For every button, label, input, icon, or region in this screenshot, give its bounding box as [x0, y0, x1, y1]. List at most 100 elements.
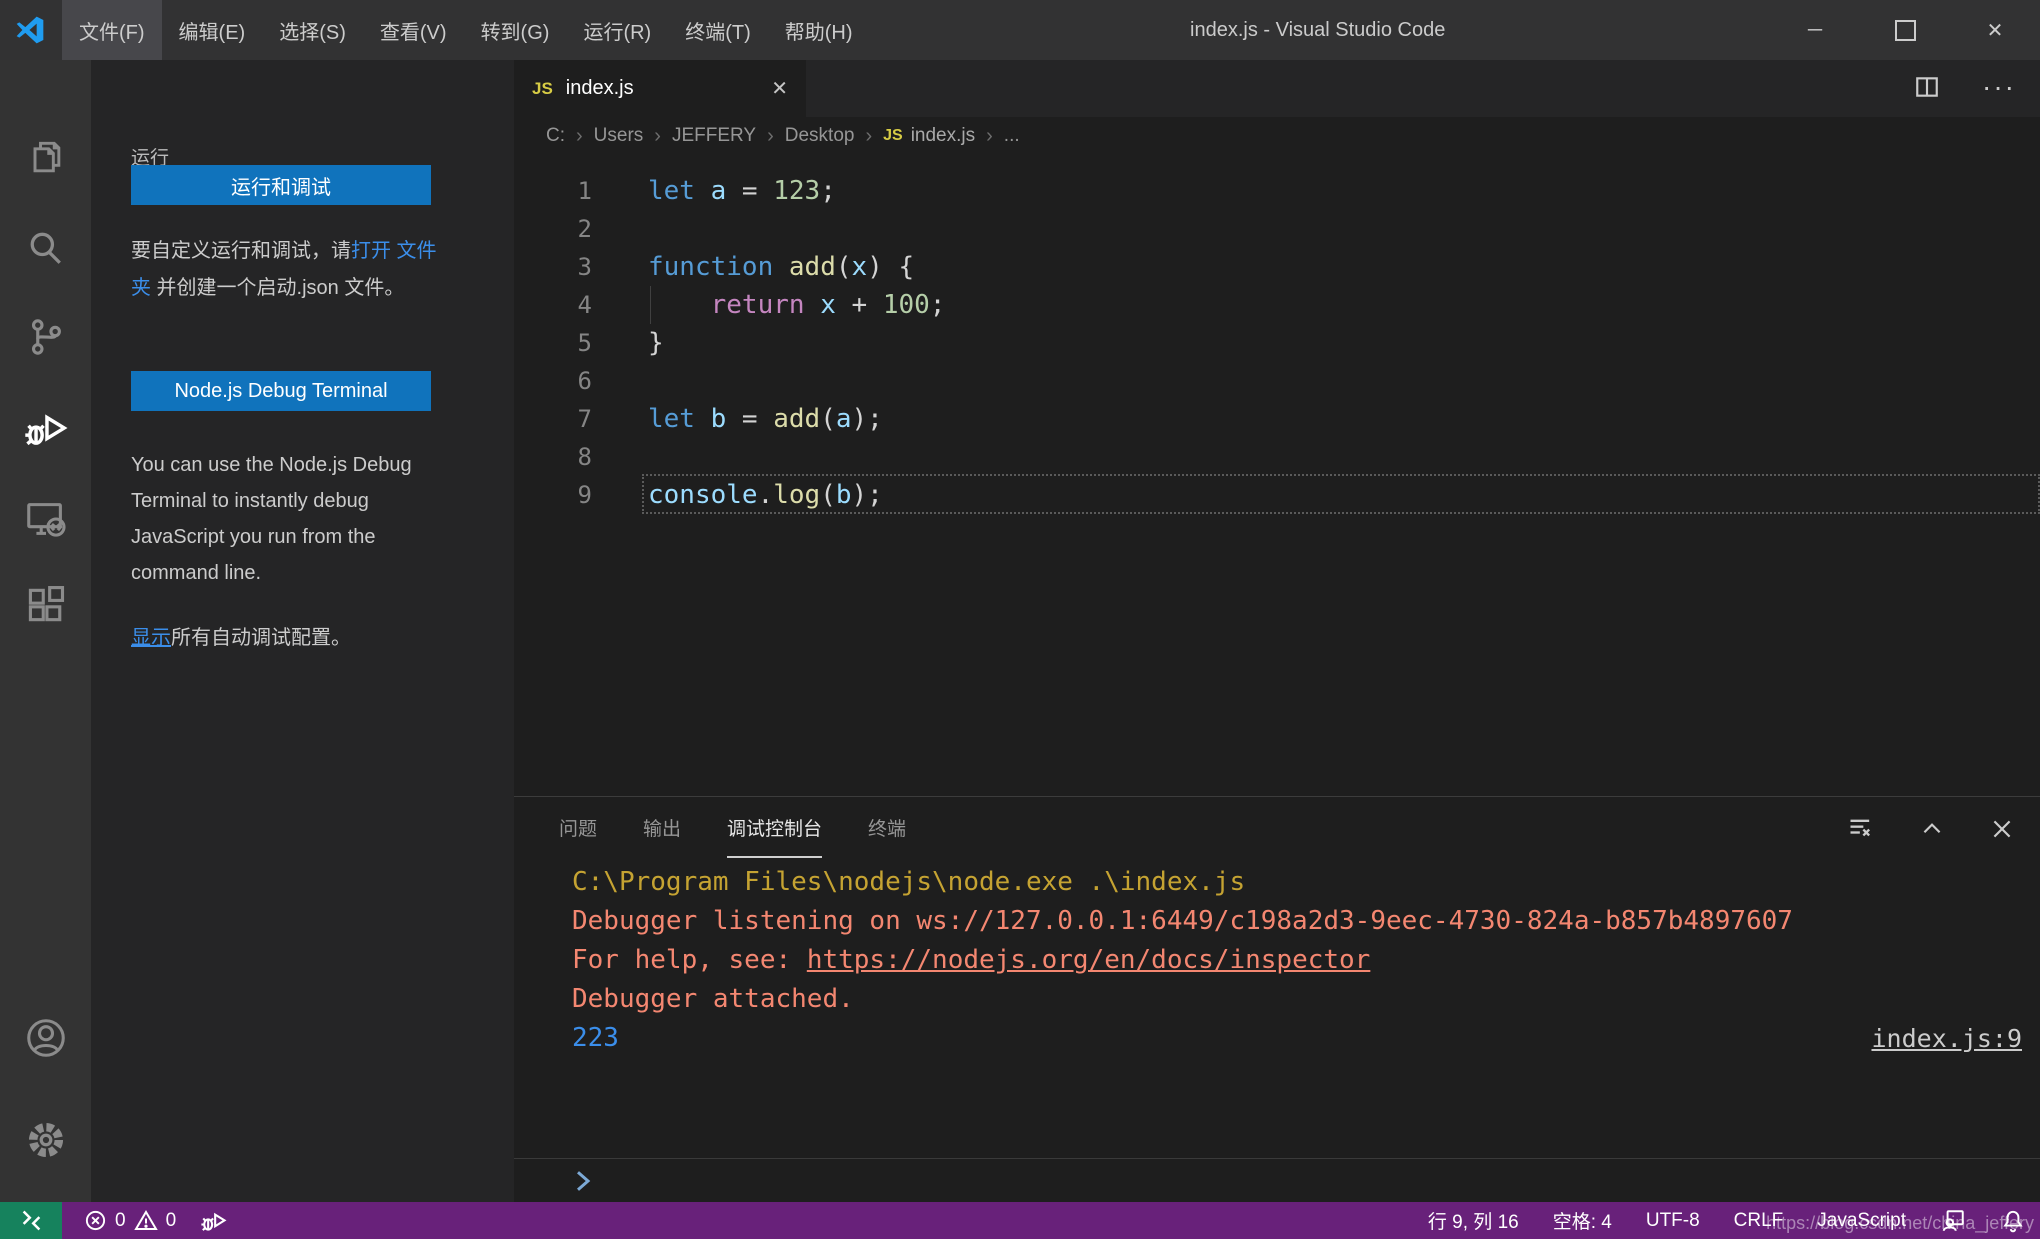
run-debug-icon[interactable] [0, 403, 91, 455]
code-line[interactable]: 4 return x + 100; [514, 286, 2040, 324]
customize-text-2: 并创建一个启动.json 文件。 [151, 277, 404, 299]
code-line[interactable]: 5} [514, 324, 2040, 362]
source-control-icon[interactable] [0, 311, 91, 363]
console-text: 223 [572, 1019, 619, 1058]
settings-icon[interactable] [0, 1114, 91, 1166]
code-line[interactable]: 1let a = 123; [514, 172, 2040, 210]
breadcrumb-item-3[interactable]: Desktop [785, 125, 855, 147]
split-editor-icon[interactable] [1914, 74, 1940, 100]
panel-tab-0[interactable]: 问题 [559, 797, 597, 858]
cursor-position-status[interactable]: 行 9, 列 16 [1428, 1207, 1519, 1234]
encoding-status[interactable]: UTF-8 [1646, 1210, 1700, 1232]
remote-explorer-icon[interactable] [0, 493, 91, 545]
code-text: let a = 123; [648, 172, 836, 210]
breadcrumb-item-1[interactable]: Users [594, 125, 644, 147]
show-rest-text: 所有自动调试配置。 [171, 627, 351, 649]
menu-item-6[interactable]: 终端(T) [668, 0, 768, 60]
minimize-button[interactable]: ─ [1770, 0, 1860, 60]
code-line[interactable]: 9console.log(b); [514, 476, 2040, 514]
run-debug-sidebar: 运行 运行和调试 要自定义运行和调试，请打开 文件夹 并创建一个启动.json … [91, 60, 514, 1202]
customize-launch-text: 要自定义运行和调试，请打开 文件夹 并创建一个启动.json 文件。 [131, 233, 449, 307]
panel-tab-1[interactable]: 输出 [643, 797, 681, 858]
line-number: 3 [514, 248, 592, 286]
console-line-4: 223 index.js:9 [514, 1019, 2040, 1058]
customize-text-0: 要自定义运行和调试，请 [131, 240, 351, 262]
breadcrumb-file[interactable]: JS index.js [883, 125, 975, 147]
problems-status: 0 0 [84, 1207, 228, 1235]
console-line-1: Debugger listening on ws://127.0.0.1:644… [514, 902, 2040, 941]
error-warning-status[interactable]: 0 0 [84, 1209, 176, 1233]
status-bar: 0 0 行 9, 列 16 空格: 4 UTF-8 CRLF JavaScrip… [0, 1202, 2040, 1239]
console-text: Debugger listening on ws://127.0.0.1:644… [572, 902, 1793, 941]
editor-tab-bar: JS index.js ✕ [514, 60, 2040, 117]
code-line[interactable]: 7 let b = add(a); [514, 400, 2040, 438]
breadcrumb: C:›Users›JEFFERY›Desktop›JSindex.js›... [514, 117, 2040, 155]
code-line[interactable]: 3function add(x) { [514, 248, 2040, 286]
search-icon[interactable] [0, 223, 91, 275]
show-link[interactable]: 显示 [131, 627, 171, 649]
extensions-icon[interactable] [0, 579, 91, 631]
close-button[interactable]: ✕ [1950, 0, 2040, 60]
language-mode-status[interactable]: JavaScript [1817, 1210, 1906, 1232]
menu-item-0[interactable]: 文件(F) [62, 0, 162, 60]
code-line[interactable]: 6 [514, 362, 2040, 400]
clear-console-icon[interactable] [1847, 815, 1875, 843]
indentation-status[interactable]: 空格: 4 [1553, 1207, 1612, 1234]
menu-item-3[interactable]: 查看(V) [363, 0, 464, 60]
notifications-bell-icon[interactable] [2000, 1208, 2026, 1234]
console-line-3: Debugger attached. [514, 980, 2040, 1019]
breadcrumb-separator-icon: › [865, 125, 872, 148]
error-count: 0 [115, 1210, 126, 1232]
breadcrumb-item-0[interactable]: C: [546, 125, 565, 147]
run-and-debug-button[interactable]: 运行和调试 [131, 165, 431, 205]
remote-icon [18, 1207, 45, 1234]
console-line-2: For help, see: https://nodejs.org/en/doc… [514, 941, 2040, 980]
debug-session-status[interactable] [200, 1207, 228, 1235]
explorer-icon[interactable] [0, 132, 91, 184]
maximize-panel-icon[interactable] [1919, 816, 1945, 842]
menu-item-2[interactable]: 选择(S) [262, 0, 363, 60]
code-text: } [648, 324, 664, 362]
panel-tab-3[interactable]: 终端 [868, 797, 906, 858]
console-url-link[interactable]: https://nodejs.org/en/docs/inspector [807, 941, 1371, 980]
warning-count: 0 [166, 1210, 177, 1232]
node-terminal-description: You can use the Node.js Debug Terminal t… [131, 447, 461, 591]
panel-actions [1847, 815, 2015, 843]
code-text: let b = add(a); [648, 400, 883, 438]
eol-status[interactable]: CRLF [1734, 1210, 1784, 1232]
js-file-icon: JS [883, 127, 903, 145]
line-number: 5 [514, 324, 592, 362]
line-number: 7 [514, 400, 592, 438]
code-editor: 1let a = 123;23function add(x) {4 return… [514, 155, 2040, 796]
menu-item-5[interactable]: 运行(R) [566, 0, 668, 60]
account-icon[interactable] [0, 1012, 91, 1064]
panel-tab-2[interactable]: 调试控制台 [727, 797, 822, 858]
menu-item-1[interactable]: 编辑(E) [162, 0, 263, 60]
close-panel-icon[interactable] [1989, 816, 2015, 842]
tab-index-js[interactable]: JS index.js ✕ [514, 60, 806, 117]
remote-indicator[interactable] [0, 1202, 62, 1239]
maximize-button[interactable] [1860, 0, 1950, 60]
line-number: 6 [514, 362, 592, 400]
breadcrumb-more[interactable]: ... [1004, 125, 1020, 147]
breadcrumb-item-2[interactable]: JEFFERY [672, 125, 756, 147]
breadcrumb-file-name: index.js [911, 125, 975, 147]
vscode-window: { "window": { "title": "index.js - Visua… [0, 0, 2040, 1239]
code-line[interactable]: 8 [514, 438, 2040, 476]
debug-status-icon [200, 1207, 228, 1235]
line-number: 9 [514, 476, 592, 514]
console-source-link[interactable]: index.js:9 [1871, 1019, 2022, 1058]
line-number: 4 [514, 286, 592, 324]
tab-close-icon[interactable]: ✕ [771, 76, 788, 101]
code-line[interactable]: 2 [514, 210, 2040, 248]
menu-item-4[interactable]: 转到(G) [464, 0, 567, 60]
debug-console-input[interactable] [514, 1158, 2040, 1202]
window-controls: ─ ✕ [1770, 0, 2040, 60]
maximize-icon [1895, 20, 1916, 41]
title-bar: 文件(F)编辑(E)选择(S)查看(V)转到(G)运行(R)终端(T)帮助(H)… [0, 0, 2040, 60]
menu-item-7[interactable]: 帮助(H) [768, 0, 870, 60]
feedback-icon[interactable] [1940, 1208, 1966, 1234]
status-right: 行 9, 列 16 空格: 4 UTF-8 CRLF JavaScript [1428, 1207, 2026, 1234]
nodejs-debug-terminal-button[interactable]: Node.js Debug Terminal [131, 371, 431, 411]
more-actions-icon[interactable]: ··· [1982, 77, 2016, 97]
